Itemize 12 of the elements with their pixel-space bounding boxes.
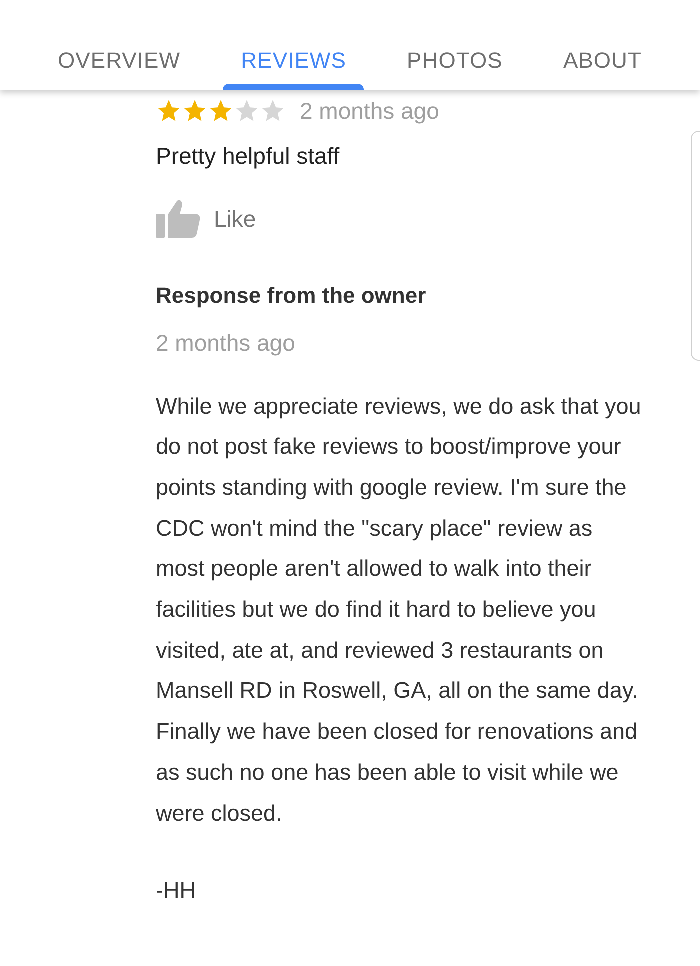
review-text: Pretty helpful staff bbox=[156, 142, 341, 171]
tab[interactable]: REVIEWS bbox=[223, 0, 364, 90]
thumbs-up-icon bbox=[156, 199, 202, 239]
tab[interactable]: ABOUT bbox=[545, 0, 660, 90]
response-title: Response from the owner bbox=[156, 282, 428, 310]
response-time: 2 months ago bbox=[156, 329, 296, 358]
tab[interactable]: PHOTOS bbox=[389, 0, 521, 90]
review-time: 2 months ago bbox=[300, 97, 440, 126]
like-button[interactable]: Like bbox=[156, 199, 256, 239]
tab[interactable]: OVERVIEW bbox=[40, 0, 199, 90]
response-signature: -HH bbox=[156, 877, 197, 906]
response-text: While we appreciate reviews, we do ask that you do not post fake reviews to boost/improve your points standing with google review. I'm sure the CDC won't mind the "scary place" review as most people aren't allowed to walk into their facilities but we do find it hard to believe you visited, ate at, and reviewed 3 restaurants on Mansell RD in Roswell, GA, all on the same day. Finally we have been closed for renovations and as such no one has been able to visit while we were closed. bbox=[156, 392, 642, 828]
